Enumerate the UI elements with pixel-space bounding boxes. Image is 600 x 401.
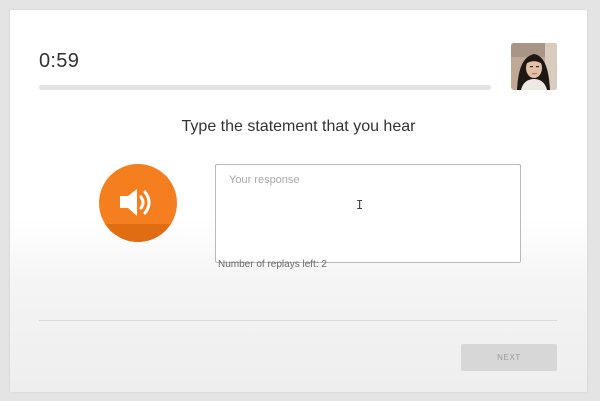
timer-progress-bar bbox=[39, 85, 491, 90]
test-card: 0:59 Type the statement that you hear Yo… bbox=[10, 10, 587, 392]
replays-remaining-text: Number of replays left: 2 bbox=[218, 259, 327, 270]
play-audio-button[interactable] bbox=[99, 164, 177, 242]
next-button[interactable]: NEXT bbox=[461, 344, 557, 371]
response-input[interactable] bbox=[215, 164, 521, 263]
speaker-volume-icon bbox=[120, 189, 151, 216]
webcam-person-image bbox=[511, 43, 557, 90]
footer-divider bbox=[39, 320, 557, 321]
screen: 0:59 Type the statement that you hear Yo… bbox=[0, 0, 600, 401]
play-audio-button-shade bbox=[99, 224, 177, 242]
instruction-heading: Type the statement that you hear bbox=[181, 118, 416, 135]
countdown-timer: 0:59 bbox=[39, 50, 80, 72]
webcam-preview bbox=[511, 43, 557, 90]
